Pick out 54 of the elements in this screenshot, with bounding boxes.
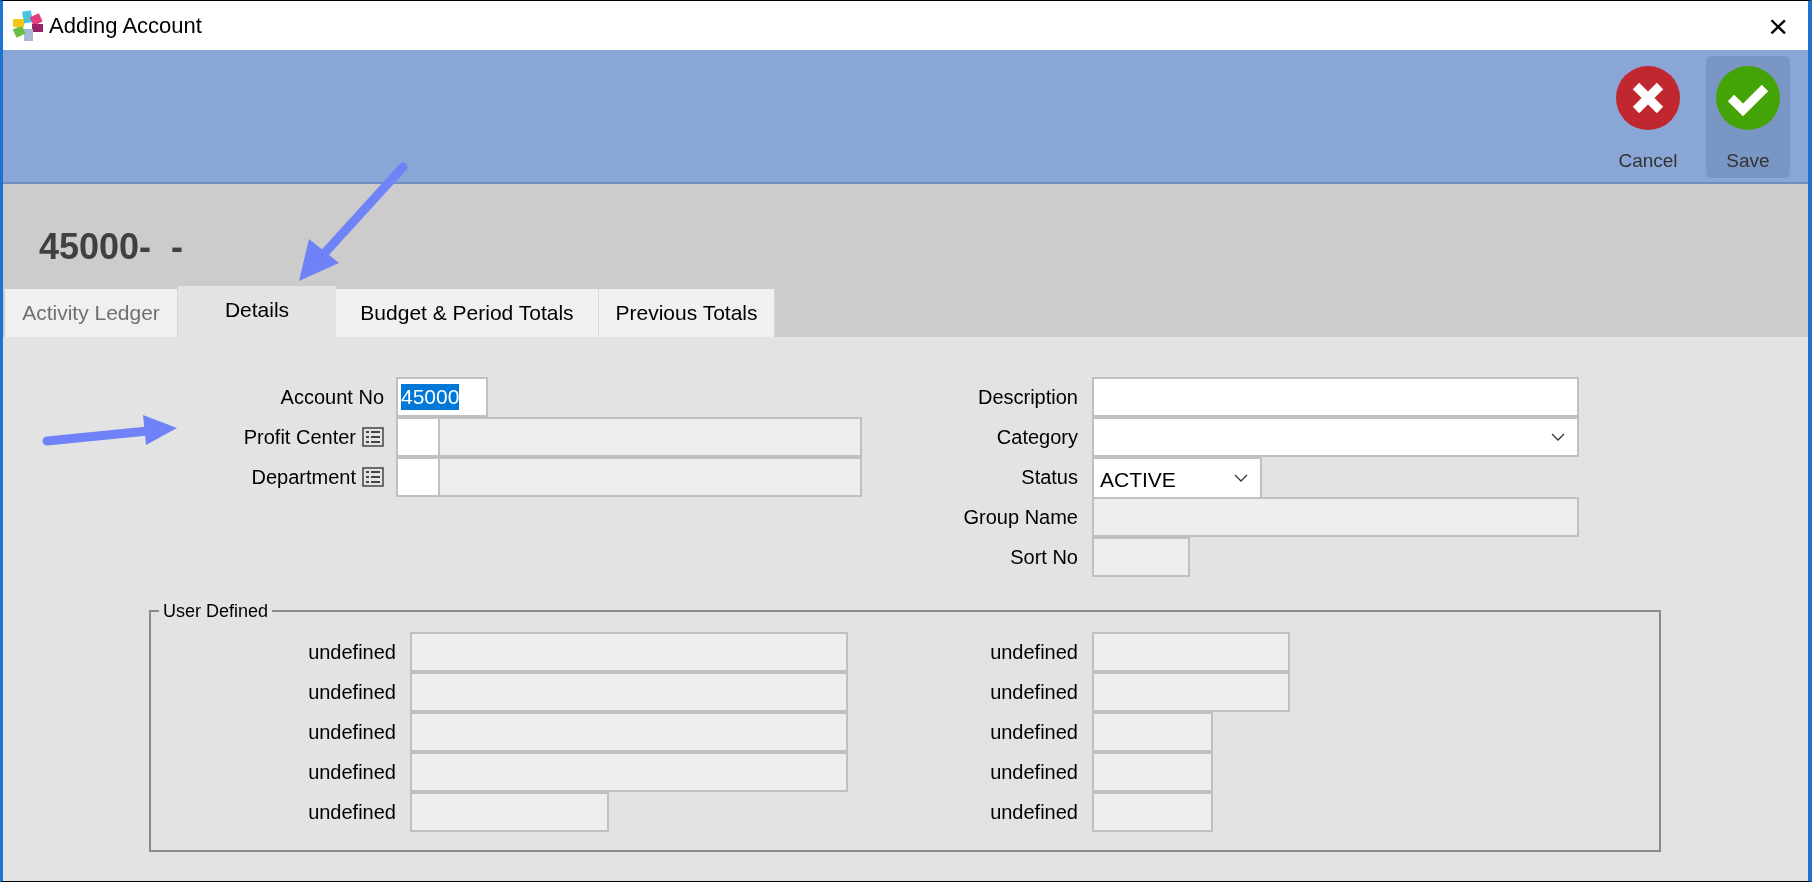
field-label: Category <box>996 425 1078 450</box>
field-label: undefined <box>308 720 396 745</box>
input-field[interactable] <box>1092 377 1579 417</box>
chevron-down-icon <box>1551 433 1565 441</box>
tab[interactable]: Details <box>178 286 336 337</box>
field-label: Group Name <box>963 505 1078 530</box>
field-label: Profit Center <box>243 425 356 450</box>
input-field[interactable]: 45000 <box>396 377 488 417</box>
field-label: Description <box>977 385 1078 410</box>
field-label: undefined <box>308 760 396 785</box>
input-field[interactable] <box>410 632 848 672</box>
dropdown[interactable] <box>1092 417 1579 457</box>
input-field[interactable] <box>410 672 848 712</box>
field-label: Department <box>251 465 356 490</box>
input-field[interactable] <box>410 712 848 752</box>
name-field[interactable] <box>438 417 862 457</box>
list-icon[interactable] <box>362 427 384 447</box>
code-field[interactable] <box>396 457 440 497</box>
input-field[interactable] <box>1092 752 1213 792</box>
tab[interactable]: Previous Totals <box>599 289 775 337</box>
input-field[interactable] <box>1092 632 1290 672</box>
tab[interactable]: Budget & Period Totals <box>336 289 599 337</box>
field-label: undefined <box>990 800 1078 825</box>
close-circle-icon <box>1615 64 1681 131</box>
record-title: 45000- - <box>39 225 184 269</box>
tab[interactable]: Activity Ledger <box>5 289 178 337</box>
field-label: Status <box>1021 465 1078 490</box>
field-label: Sort No <box>1010 545 1078 570</box>
field-label: Account No <box>280 385 384 410</box>
input-field[interactable] <box>1092 672 1290 712</box>
input-field[interactable] <box>410 792 609 832</box>
list-icon[interactable] <box>362 467 384 487</box>
chevron-down-icon <box>1234 474 1248 482</box>
app-logo-icon <box>11 8 45 43</box>
input-field[interactable] <box>1092 792 1213 832</box>
close-button[interactable]: × <box>1756 8 1800 43</box>
save-button[interactable]: Save <box>1706 55 1790 178</box>
window-title: Adding Account <box>49 12 202 40</box>
field-label: undefined <box>308 800 396 825</box>
dropdown[interactable]: ACTIVE <box>1092 457 1262 497</box>
cancel-button[interactable]: Cancel <box>1606 55 1690 178</box>
check-circle-icon <box>1715 64 1781 131</box>
input-field[interactable] <box>1092 712 1213 752</box>
input-field[interactable] <box>1092 537 1190 577</box>
field-label: undefined <box>308 640 396 665</box>
code-field[interactable] <box>396 417 440 457</box>
field-label: undefined <box>990 760 1078 785</box>
field-label: undefined <box>990 720 1078 745</box>
input-field[interactable] <box>410 752 848 792</box>
field-label: undefined <box>990 680 1078 705</box>
field-label: undefined <box>308 680 396 705</box>
name-field[interactable] <box>438 457 862 497</box>
field-label: undefined <box>990 640 1078 665</box>
input-field[interactable] <box>1092 497 1579 537</box>
